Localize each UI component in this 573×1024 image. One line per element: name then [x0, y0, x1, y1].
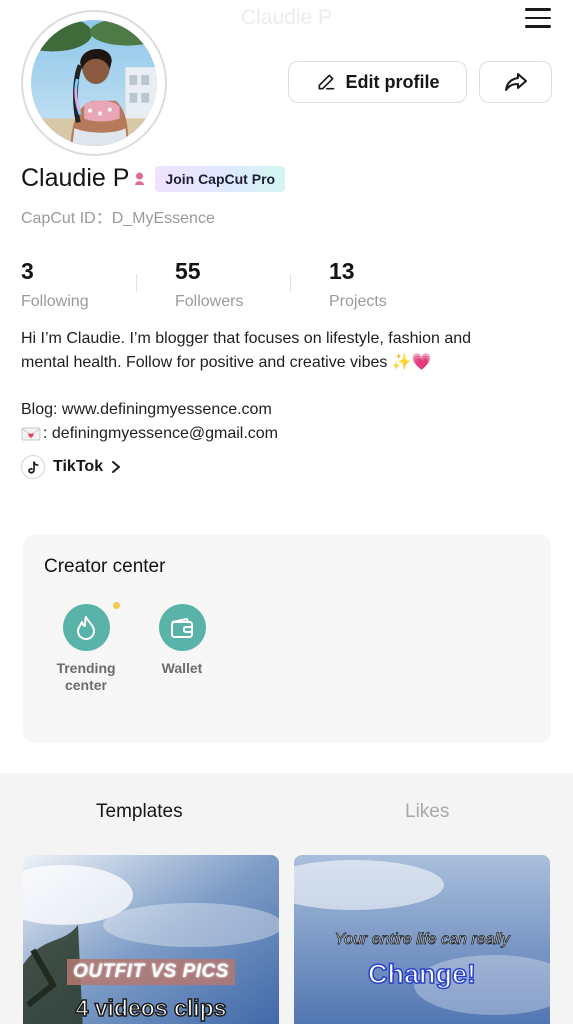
join-pro-badge[interactable]: Join CapCut Pro	[155, 165, 286, 192]
stat-label: Following	[21, 293, 89, 310]
stat-divider	[290, 274, 291, 292]
share-profile-button[interactable]	[479, 61, 552, 103]
creator-center-card: Creator center Trending center Wallet	[23, 534, 551, 743]
tool-label: Trending center	[56, 660, 116, 693]
stat-value: 3	[21, 258, 34, 284]
avatar-photo	[31, 20, 157, 146]
template-headline: Change!	[367, 958, 477, 990]
flame-icon	[62, 602, 120, 651]
bio-blog: Blog: www.definingmyessence.com	[21, 401, 272, 418]
profile-avatar[interactable]	[21, 10, 167, 156]
stat-label: Followers	[175, 293, 244, 310]
template-card[interactable]: OUTFIT VS PICS 4 videos clips	[23, 855, 279, 1024]
creator-center-title: Creator center	[44, 556, 166, 577]
bio-email: : definingmyessence@gmail.com	[21, 422, 551, 446]
stat-projects[interactable]: 13 Projects	[329, 258, 387, 311]
tiktok-link[interactable]: TikTok	[21, 455, 121, 479]
template-caption: Your entire life can really	[294, 931, 550, 949]
template-headline: 4 videos clips	[75, 994, 227, 1022]
chevron-right-icon	[112, 461, 121, 473]
tab-templates[interactable]: Templates	[96, 801, 183, 823]
wallet-button[interactable]: Wallet	[142, 604, 222, 677]
notification-dot	[112, 602, 120, 609]
trending-center-button[interactable]: Trending center	[46, 602, 126, 694]
menu-icon-line	[525, 8, 551, 11]
menu-button[interactable]	[525, 8, 551, 28]
template-subhead: Your entire life can really	[334, 931, 510, 949]
profile-name-row: Claudie P Join CapCut Pro	[21, 164, 286, 193]
bio-line: Hi I’m Claudie. I’m blogger that focuses…	[21, 330, 472, 347]
stat-label: Projects	[329, 293, 387, 310]
stat-value: 55	[175, 258, 201, 284]
stat-value: 13	[329, 258, 355, 284]
menu-icon-line	[525, 16, 551, 20]
bio-email-text: : definingmyessence@gmail.com	[43, 425, 279, 442]
profile-name: Claudie P	[21, 164, 130, 192]
stat-followers[interactable]: 55 Followers	[175, 258, 243, 311]
tab-likes[interactable]: Likes	[405, 801, 449, 823]
template-card[interactable]: Your entire life can really Change!	[294, 855, 550, 1024]
template-caption: 4 videos clips	[23, 994, 279, 1022]
capcut-id: CapCut ID：D_MyEssence	[21, 210, 215, 227]
stat-divider	[136, 274, 137, 292]
share-arrow-icon	[504, 73, 527, 91]
template-caption: Change!	[294, 958, 550, 990]
stat-following[interactable]: 3 Following	[21, 258, 89, 311]
menu-icon-line	[525, 25, 551, 28]
edit-profile-button[interactable]: Edit profile	[288, 61, 467, 103]
profile-bio: Hi I’m Claudie. I’m blogger that focuses…	[21, 327, 551, 446]
profile-stats: 3 Following 55 Followers 13 Projects	[21, 258, 561, 314]
tool-label: Wallet	[161, 660, 203, 676]
bio-spacer	[21, 375, 551, 398]
wallet-icon	[158, 604, 206, 651]
content-tabs-section: Templates Likes OUTFIT VS PICS 4 videos …	[0, 773, 573, 1024]
template-tag: OUTFIT VS PICS	[67, 959, 235, 985]
tiktok-icon	[21, 455, 45, 479]
template-caption: OUTFIT VS PICS	[23, 959, 279, 985]
pencil-icon	[318, 74, 334, 90]
gender-female-icon	[135, 172, 145, 185]
love-letter-icon	[21, 427, 41, 441]
bio-line: mental health. Follow for positive and c…	[21, 354, 432, 371]
edit-profile-label: Edit profile	[345, 71, 440, 92]
tiktok-label: TikTok	[53, 458, 104, 475]
